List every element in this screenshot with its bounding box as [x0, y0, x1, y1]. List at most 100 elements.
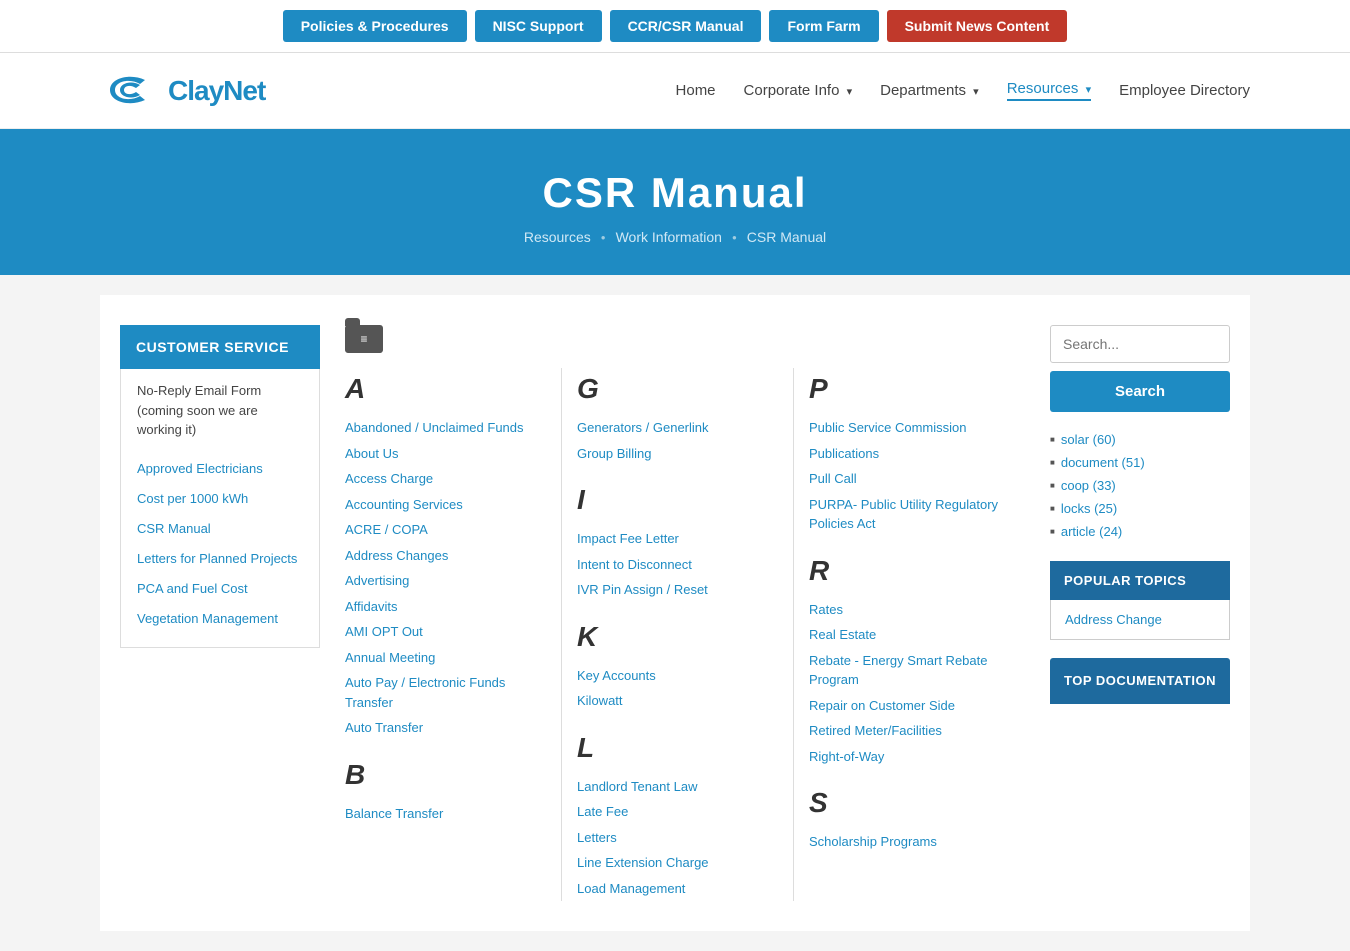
link-address-changes[interactable]: Address Changes: [345, 543, 546, 569]
link-key-accounts[interactable]: Key Accounts: [577, 663, 778, 689]
link-rates[interactable]: Rates: [809, 597, 1010, 623]
link-balance-transfer[interactable]: Balance Transfer: [345, 801, 546, 827]
top-documentation-header: TOP DOCUMENTATION: [1050, 658, 1230, 704]
nav-employee-directory[interactable]: Employee Directory: [1119, 82, 1250, 99]
main-wrapper: CUSTOMER SERVICE No-Reply Email Form (co…: [100, 295, 1250, 931]
formfarm-btn[interactable]: Form Farm: [769, 10, 878, 42]
link-rebate[interactable]: Rebate - Energy Smart Rebate Program: [809, 648, 1010, 693]
logo-area: ClayNet: [100, 68, 265, 113]
breadcrumb-work-info[interactable]: Work Information: [616, 229, 722, 245]
letter-p: P: [809, 373, 1010, 405]
link-generators[interactable]: Generators / Generlink: [577, 415, 778, 441]
link-intent-disconnect[interactable]: Intent to Disconnect: [577, 552, 778, 578]
search-button[interactable]: Search: [1050, 371, 1230, 412]
tag-solar[interactable]: solar (60): [1050, 428, 1230, 451]
link-ivr-pin[interactable]: IVR Pin Assign / Reset: [577, 577, 778, 603]
sidebar-approved-electricians[interactable]: Approved Electricians: [137, 454, 303, 484]
link-public-service[interactable]: Public Service Commission: [809, 415, 1010, 441]
link-autopay[interactable]: Auto Pay / Electronic Funds Transfer: [345, 670, 546, 715]
letter-r: R: [809, 555, 1010, 587]
breadcrumb-csr: CSR Manual: [747, 229, 826, 245]
link-load-management[interactable]: Load Management: [577, 876, 778, 902]
header: ClayNet Home Corporate Info ▾ Department…: [0, 53, 1350, 129]
sidebar-cost-per-kwh[interactable]: Cost per 1000 kWh: [137, 484, 303, 514]
folder-tab: [345, 318, 360, 326]
corporate-arrow: ▾: [847, 86, 853, 98]
letter-l: L: [577, 732, 778, 764]
link-late-fee[interactable]: Late Fee: [577, 799, 778, 825]
dept-arrow: ▾: [973, 86, 979, 98]
sidebar-body: No-Reply Email Form (coming soon we are …: [120, 369, 320, 648]
link-accounting[interactable]: Accounting Services: [345, 492, 546, 518]
content-area: ≡ A Abandoned / Unclaimed Funds About Us…: [345, 325, 1025, 901]
link-annual-meeting[interactable]: Annual Meeting: [345, 645, 546, 671]
link-landlord[interactable]: Landlord Tenant Law: [577, 774, 778, 800]
main-nav: Home Corporate Info ▾ Departments ▾ Reso…: [676, 80, 1250, 101]
tag-locks[interactable]: locks (25): [1050, 497, 1230, 520]
letter-k: K: [577, 621, 778, 653]
sidebar-vegetation[interactable]: Vegetation Management: [137, 604, 303, 634]
submit-btn[interactable]: Submit News Content: [887, 10, 1068, 42]
top-bar: Policies & Procedures NISC Support CCR/C…: [0, 0, 1350, 53]
letter-s: S: [809, 787, 1010, 819]
link-scholarship[interactable]: Scholarship Programs: [809, 829, 1010, 855]
sidebar-csr-manual[interactable]: CSR Manual: [137, 514, 303, 544]
right-sidebar: Search solar (60) document (51) coop (33…: [1050, 325, 1230, 901]
link-pull-call[interactable]: Pull Call: [809, 466, 1010, 492]
link-publications[interactable]: Publications: [809, 441, 1010, 467]
alpha-col-2: G Generators / Generlink Group Billing I…: [562, 368, 794, 901]
nav-home[interactable]: Home: [676, 82, 716, 99]
sidebar-pca-fuel[interactable]: PCA and Fuel Cost: [137, 574, 303, 604]
link-letters[interactable]: Letters: [577, 825, 778, 851]
tag-document[interactable]: document (51): [1050, 451, 1230, 474]
alpha-col-1: A Abandoned / Unclaimed Funds About Us A…: [345, 368, 562, 901]
link-purpa[interactable]: PURPA- Public Utility Regulatory Policie…: [809, 492, 1010, 537]
link-about-us[interactable]: About Us: [345, 441, 546, 467]
popular-topics-body: Address Change: [1050, 600, 1230, 640]
tag-article[interactable]: article (24): [1050, 520, 1230, 543]
link-access-charge[interactable]: Access Charge: [345, 466, 546, 492]
letter-b: B: [345, 759, 546, 791]
nav-resources[interactable]: Resources ▾: [1007, 80, 1091, 101]
popular-topics-header: POPULAR TOPICS: [1050, 561, 1230, 600]
letter-i: I: [577, 484, 778, 516]
sidebar-notice: No-Reply Email Form (coming soon we are …: [137, 381, 303, 440]
nav-corporate[interactable]: Corporate Info ▾: [744, 82, 853, 99]
breadcrumb-dot-1: ●: [601, 233, 606, 242]
hero-title: CSR Manual: [20, 169, 1330, 217]
link-kilowatt[interactable]: Kilowatt: [577, 688, 778, 714]
popular-address-change[interactable]: Address Change: [1065, 612, 1215, 627]
ccr-btn[interactable]: CCR/CSR Manual: [610, 10, 762, 42]
search-input[interactable]: [1050, 325, 1230, 363]
link-retired-meter[interactable]: Retired Meter/Facilities: [809, 718, 1010, 744]
left-sidebar: CUSTOMER SERVICE No-Reply Email Form (co…: [120, 325, 320, 901]
breadcrumb-resources[interactable]: Resources: [524, 229, 591, 245]
policies-btn[interactable]: Policies & Procedures: [283, 10, 467, 42]
tag-coop[interactable]: coop (33): [1050, 474, 1230, 497]
hero-section: CSR Manual Resources ● Work Information …: [0, 129, 1350, 275]
resources-arrow: ▾: [1086, 84, 1092, 96]
link-right-of-way[interactable]: Right-of-Way: [809, 744, 1010, 770]
link-repair[interactable]: Repair on Customer Side: [809, 693, 1010, 719]
link-impact-fee[interactable]: Impact Fee Letter: [577, 526, 778, 552]
alpha-col-3: P Public Service Commission Publications…: [794, 368, 1025, 901]
link-ami[interactable]: AMI OPT Out: [345, 619, 546, 645]
letter-a: A: [345, 373, 546, 405]
nisc-btn[interactable]: NISC Support: [475, 10, 602, 42]
folder-icon-container: ≡: [345, 325, 1025, 353]
alpha-grid: A Abandoned / Unclaimed Funds About Us A…: [345, 368, 1025, 901]
link-group-billing[interactable]: Group Billing: [577, 441, 778, 467]
link-auto-transfer[interactable]: Auto Transfer: [345, 715, 546, 741]
link-advertising[interactable]: Advertising: [345, 568, 546, 594]
letter-g: G: [577, 373, 778, 405]
sidebar-letters-planned[interactable]: Letters for Planned Projects: [137, 544, 303, 574]
folder-lines-icon: ≡: [360, 332, 367, 346]
breadcrumb: Resources ● Work Information ● CSR Manua…: [20, 229, 1330, 245]
nav-departments[interactable]: Departments ▾: [880, 82, 979, 99]
link-affidavits[interactable]: Affidavits: [345, 594, 546, 620]
link-real-estate[interactable]: Real Estate: [809, 622, 1010, 648]
link-acre[interactable]: ACRE / COPA: [345, 517, 546, 543]
link-abandoned[interactable]: Abandoned / Unclaimed Funds: [345, 415, 546, 441]
sidebar-header: CUSTOMER SERVICE: [120, 325, 320, 369]
link-line-extension[interactable]: Line Extension Charge: [577, 850, 778, 876]
